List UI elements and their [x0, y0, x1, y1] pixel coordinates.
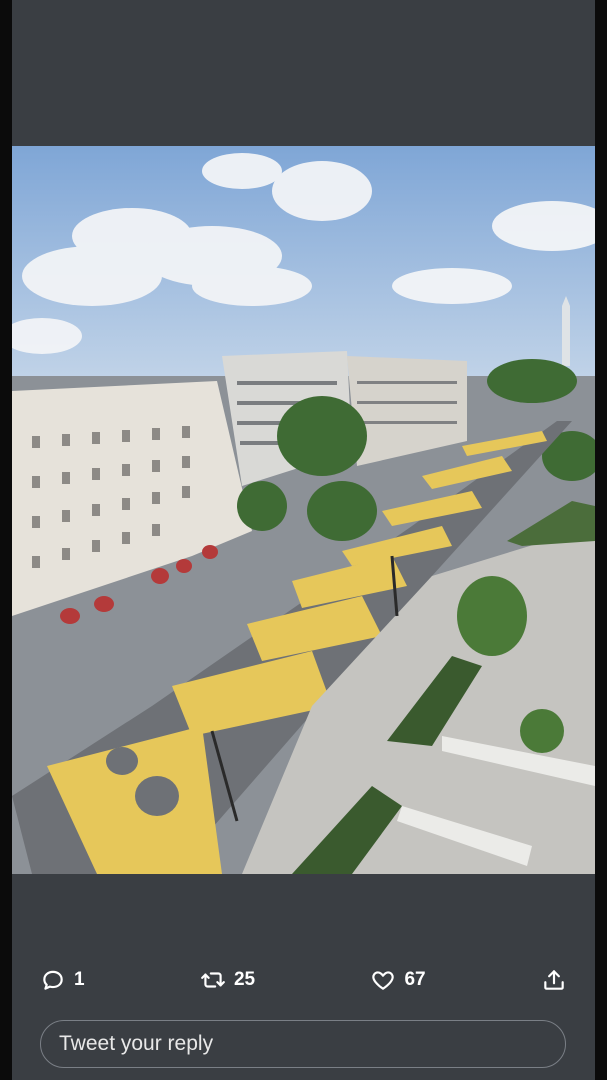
header-spacer [12, 0, 595, 146]
left-frame-border [0, 0, 12, 1080]
tweet-action-bar: 1 25 67 [40, 962, 567, 998]
retweet-icon [201, 972, 225, 988]
like-button[interactable]: 67 [370, 967, 426, 993]
retweet-count: 25 [233, 969, 256, 990]
right-frame-border [595, 0, 607, 1080]
reply-count: 1 [74, 969, 85, 990]
photo-illustration [12, 146, 595, 874]
heart-icon [372, 971, 395, 990]
share-button[interactable] [541, 967, 567, 993]
reply-icon [43, 970, 63, 990]
retweet-button[interactable]: 25 [200, 967, 255, 993]
like-count: 67 [404, 969, 426, 990]
share-icon [544, 970, 564, 990]
reply-input[interactable]: Tweet your reply [40, 1020, 566, 1068]
reply-button[interactable]: 1 [40, 967, 85, 993]
tweet-media-image[interactable] [12, 146, 595, 874]
